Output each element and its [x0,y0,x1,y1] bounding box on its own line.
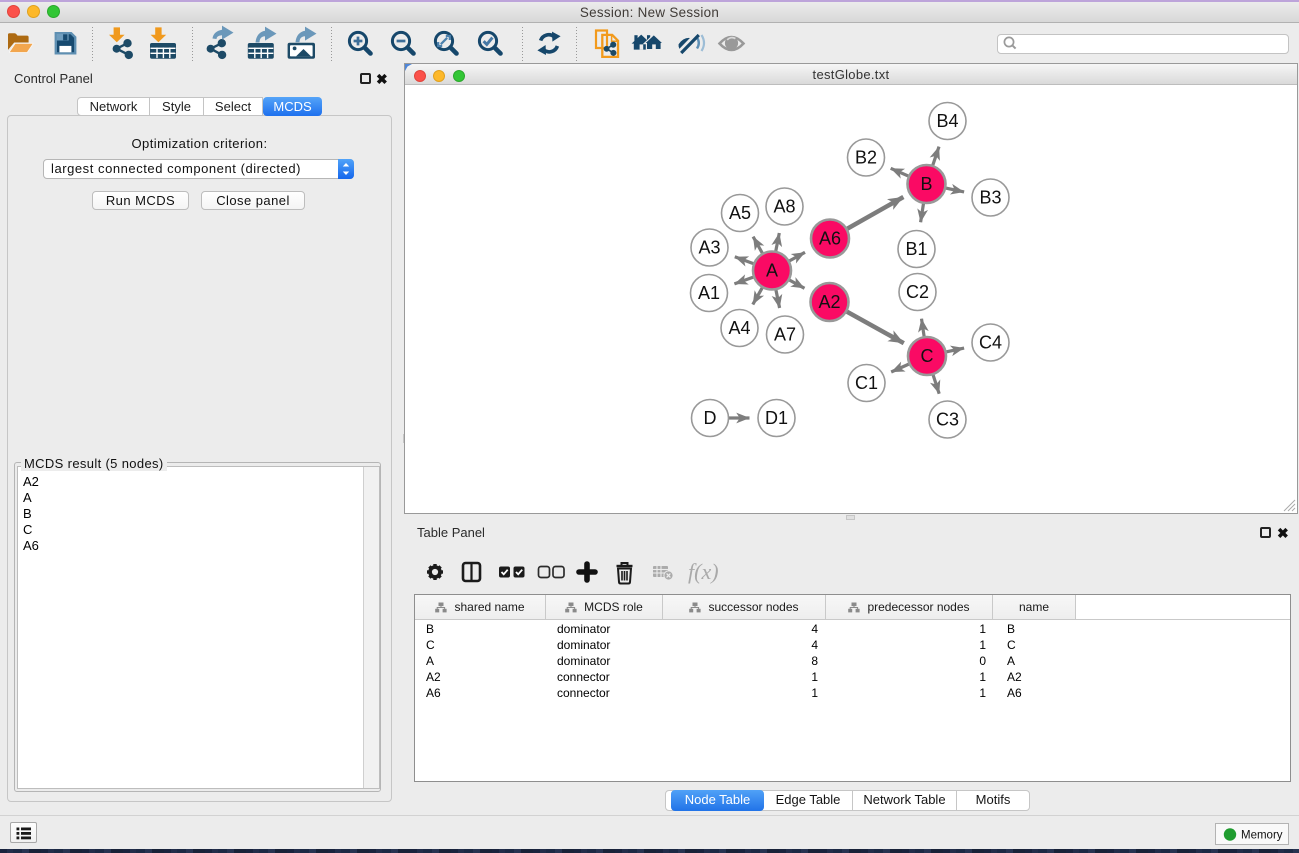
svg-text:A: A [766,261,778,281]
svg-text:B3: B3 [979,188,1001,208]
svg-text:C1: C1 [855,373,878,393]
svg-text:A7: A7 [774,325,796,345]
svg-text:A6: A6 [819,229,841,249]
svg-text:B: B [920,174,932,194]
svg-text:C3: C3 [936,410,959,430]
svg-text:B2: B2 [855,148,877,168]
svg-text:A8: A8 [773,197,795,217]
svg-text:A4: A4 [728,318,750,338]
svg-text:A5: A5 [729,203,751,223]
svg-text:Memory: Memory [1241,829,1283,841]
svg-text:B4: B4 [936,111,958,131]
svg-text:A1: A1 [698,283,720,303]
svg-text:D: D [704,408,717,428]
svg-text:C4: C4 [979,333,1002,353]
svg-text:B1: B1 [905,239,927,259]
svg-text:D1: D1 [765,408,788,428]
svg-text:C: C [921,346,934,366]
svg-text:f(x): f(x) [688,559,719,584]
svg-text:A3: A3 [698,238,720,258]
svg-text:C2: C2 [906,282,929,302]
svg-text:A2: A2 [818,292,840,312]
